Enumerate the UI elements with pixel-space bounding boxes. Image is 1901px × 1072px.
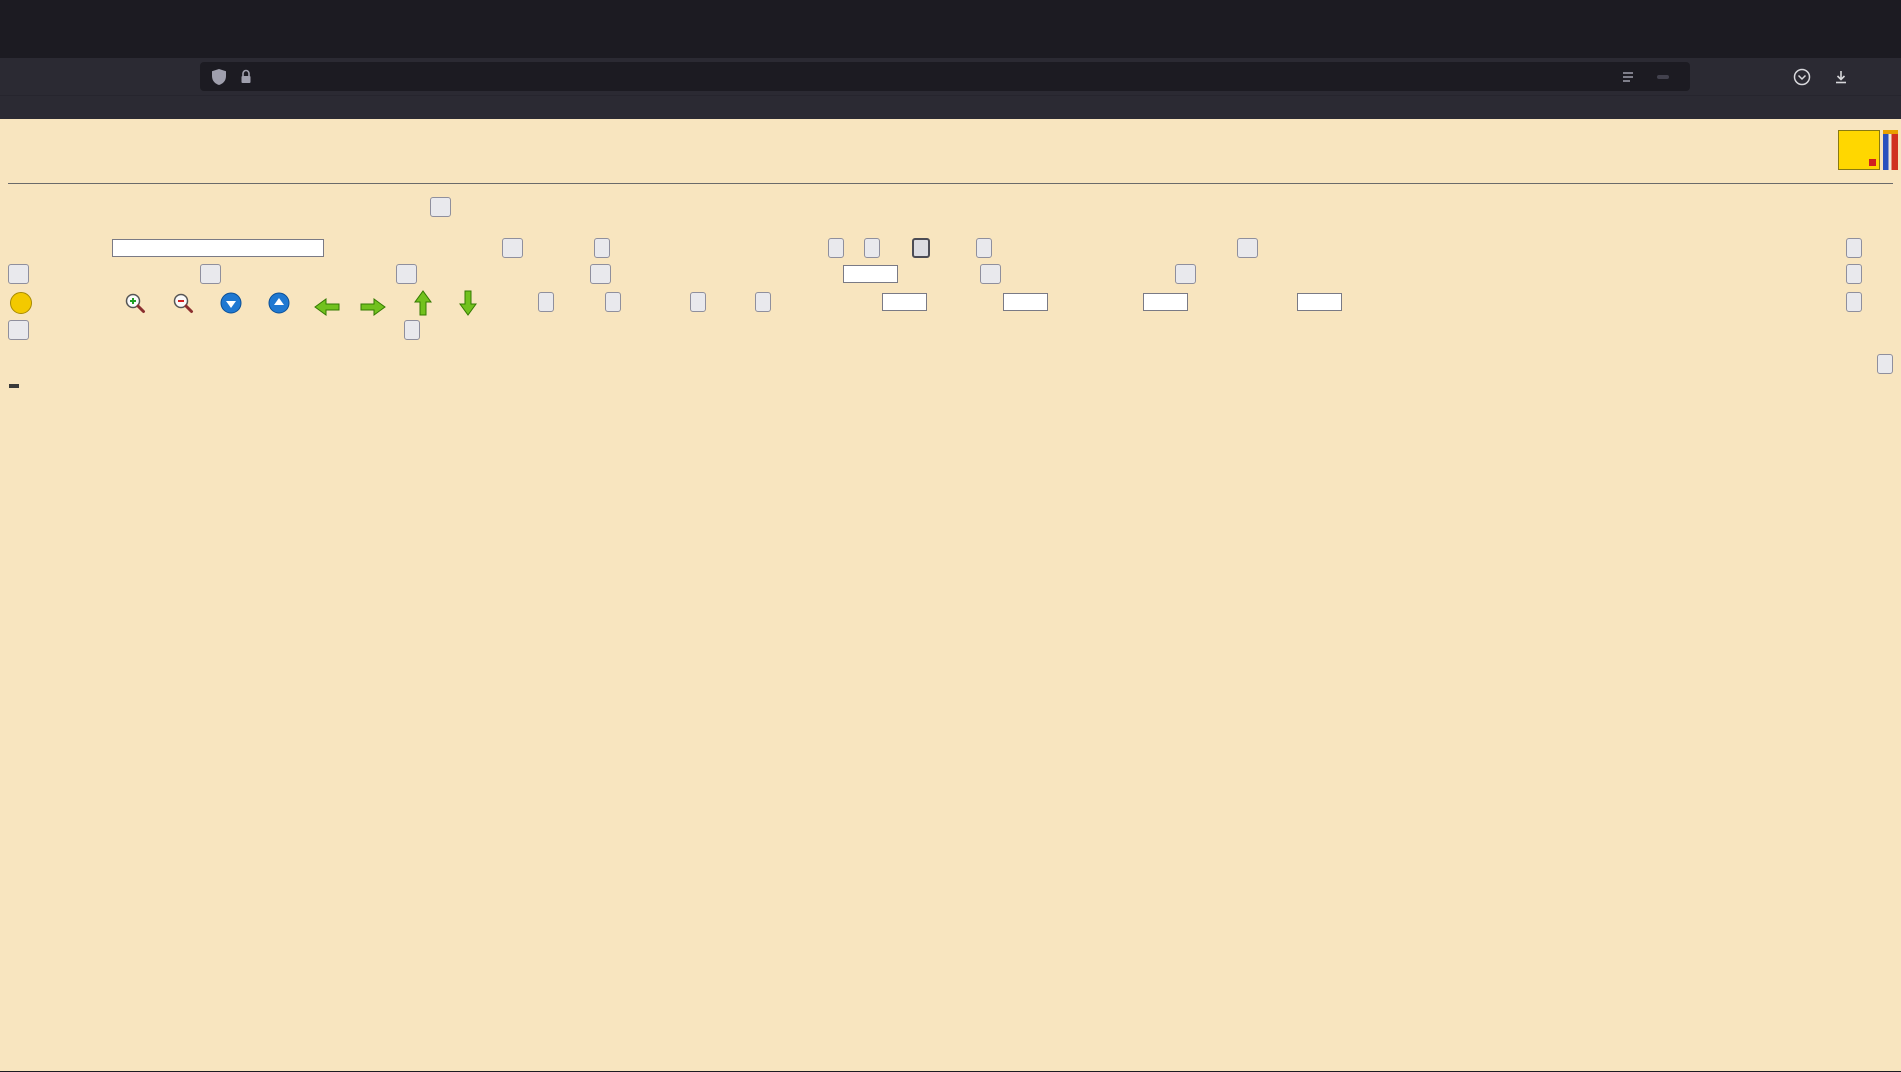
close-icon[interactable] [1867,0,1901,25]
tab-bar [0,25,1901,58]
what-are-these-button[interactable] [1846,238,1862,258]
xmax-input[interactable] [1003,293,1048,311]
linear-button[interactable] [755,292,771,312]
pocket-icon[interactable] [1787,63,1817,91]
multi-button[interactable] [594,238,610,258]
how-to-use-button[interactable] [1877,354,1893,374]
channel-input[interactable] [843,265,898,283]
reload-icon[interactable] [68,63,98,91]
x-button[interactable] [538,292,554,312]
toolbar-icons [1787,62,1895,91]
zero-button[interactable] [976,238,992,258]
spectra-functions-dropdown[interactable] [1237,238,1258,258]
scroll-down-icon[interactable] [218,290,244,316]
lock-icon[interactable] [237,68,255,86]
radiation-glyph [10,292,32,314]
url-bar[interactable] [200,62,1690,91]
view-functions-dropdown[interactable] [8,264,29,284]
navigation-toolbar [0,58,1901,95]
logos [1838,130,1898,170]
menu-hamburger-icon[interactable] [1865,63,1895,91]
controls-row-1 [0,236,1901,262]
reader-mode-icon[interactable] [1619,68,1637,86]
controls-row-2 [0,262,1901,288]
zoom-level-badge[interactable] [1657,75,1669,79]
menu-bar [0,0,1901,25]
radiation-icon[interactable] [8,290,34,316]
move-up-icon[interactable] [410,290,436,316]
spectrum-browser-page [0,119,1901,1071]
what-are-these-button[interactable] [1846,292,1862,312]
controls-row-4 [0,318,1901,342]
blue-up-glyph [268,292,290,314]
green-right-glyph [360,298,386,316]
layout-dropdown[interactable] [1175,264,1196,284]
move-right-icon[interactable] [360,294,386,320]
forward-icon[interactable] [38,63,68,91]
update-rate-dropdown[interactable] [8,320,29,340]
ymax-input[interactable] [1297,293,1342,311]
show-button[interactable] [828,238,844,258]
tags-fits-dropdown[interactable] [590,264,611,284]
green-down-glyph [459,290,477,316]
download-icon[interactable] [1826,63,1856,91]
new-tab-button[interactable] [4,29,30,55]
shield-icon[interactable] [210,68,228,86]
minimize-icon[interactable] [1799,0,1833,25]
midas-logo [1838,130,1880,170]
back-icon[interactable] [8,63,38,91]
zoom-out-glyph [171,291,195,315]
move-down-icon[interactable] [455,290,481,316]
what-are-these-button[interactable] [1846,264,1862,284]
all-button[interactable] [690,292,706,312]
footer-buttons-row [8,354,1893,374]
acquisition-row [0,196,1901,222]
new-button[interactable] [605,292,621,312]
window-controls [1799,0,1901,25]
zoom-in-icon[interactable] [122,290,148,316]
update-button[interactable] [864,238,880,258]
galleries-dropdown[interactable] [980,264,1001,284]
maximize-icon[interactable] [1833,0,1867,25]
select-spectrum-dropdown[interactable] [502,238,523,258]
bookmarks-bar [0,95,1901,119]
blue-down-glyph [220,292,242,314]
scroll-up-icon[interactable] [266,290,292,316]
acquisition-server-dropdown[interactable] [430,197,451,217]
page-header [0,119,1901,183]
update-all-button[interactable] [912,238,930,258]
xmin-input[interactable] [882,293,927,311]
midas-logo-mark [1869,159,1876,166]
ymin-input[interactable] [1143,293,1188,311]
partner-logo [1883,130,1898,170]
zoom-out-icon[interactable] [170,290,196,316]
divider [8,183,1893,184]
sync-icon[interactable] [55,290,81,316]
analysis-functions-dropdown[interactable] [396,264,417,284]
auto-update-button[interactable] [404,320,420,340]
green-up-glyph [414,290,432,316]
green-left-glyph [314,298,340,316]
controls-row-3 [0,288,1901,318]
arrange-functions-dropdown[interactable] [200,264,221,284]
zoom-in-glyph [123,291,147,315]
spectrum-name-input[interactable] [112,239,324,257]
move-left-icon[interactable] [314,294,340,320]
list-bullet [9,384,19,388]
